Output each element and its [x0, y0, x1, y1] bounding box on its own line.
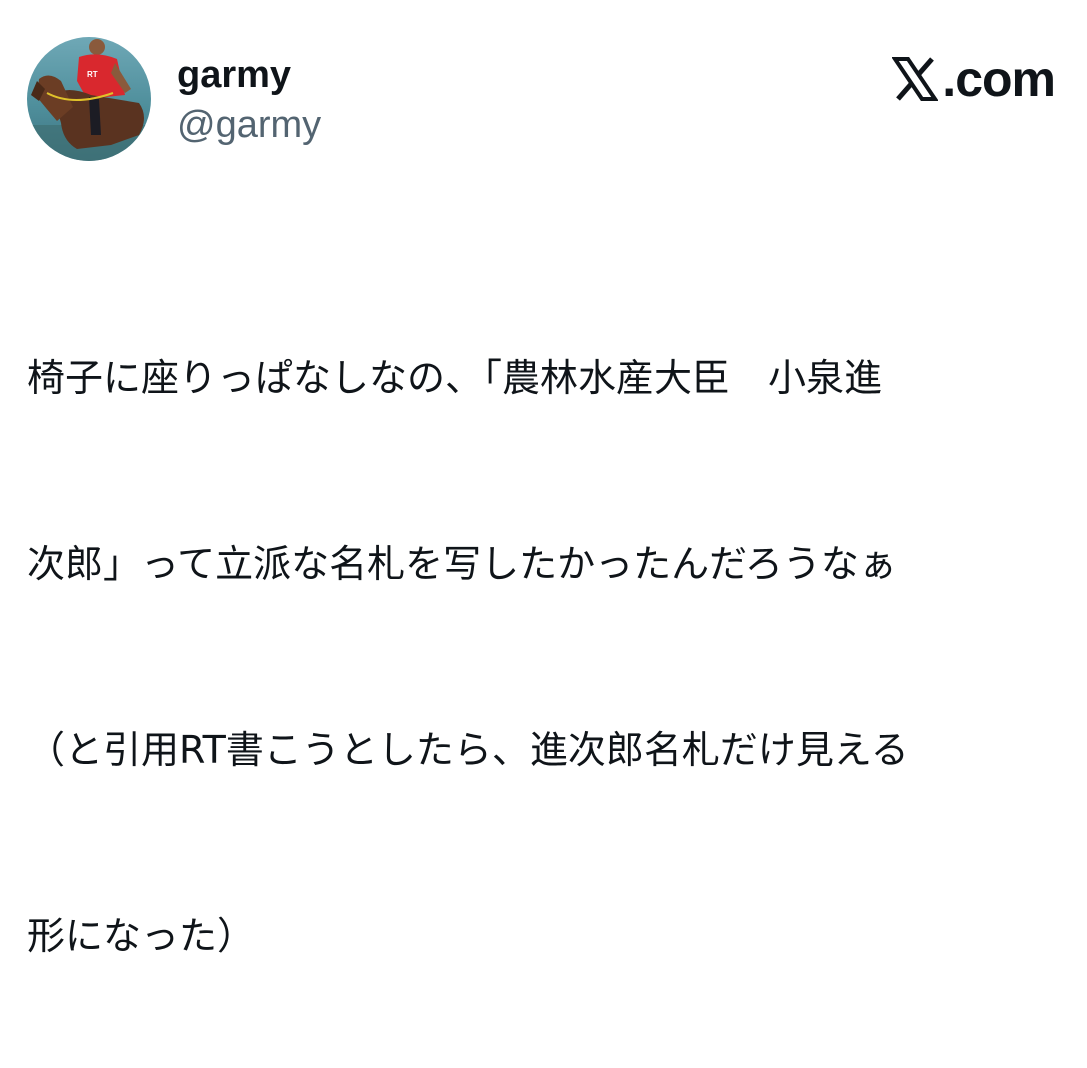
tweet-text-line: 形になった） — [27, 914, 256, 958]
x-logo-icon — [892, 56, 939, 102]
tweet-text-line: （と引用RT書こうとしたら、進次郎名札だけ見える — [27, 728, 909, 772]
tweet-text-line: 次郎」って立派な名札を写したかったんだろうなぁ — [27, 542, 897, 586]
brand-domain-text: .com — [942, 51, 1056, 107]
tweet-card: RT garmy @garmy .com 椅子に座りっぱなしなの、「農林水産大臣 — [0, 0, 1087, 958]
author-avatar[interactable]: RT — [27, 37, 151, 161]
avatar-photo-horse-rider-icon: RT — [27, 37, 151, 161]
svg-text:RT: RT — [87, 70, 98, 79]
tweet-text-line: 椅子に座りっぱなしなの、「農林水産大臣 小泉進 — [27, 356, 883, 400]
author-display-name[interactable]: garmy — [177, 52, 291, 98]
tweet-body: 椅子に座りっぱなしなの、「農林水産大臣 小泉進 次郎」って立派な名札を写したかっ… — [27, 223, 1072, 1068]
author-handle[interactable]: @garmy — [177, 102, 321, 148]
brand-x-com: .com — [892, 51, 1056, 107]
